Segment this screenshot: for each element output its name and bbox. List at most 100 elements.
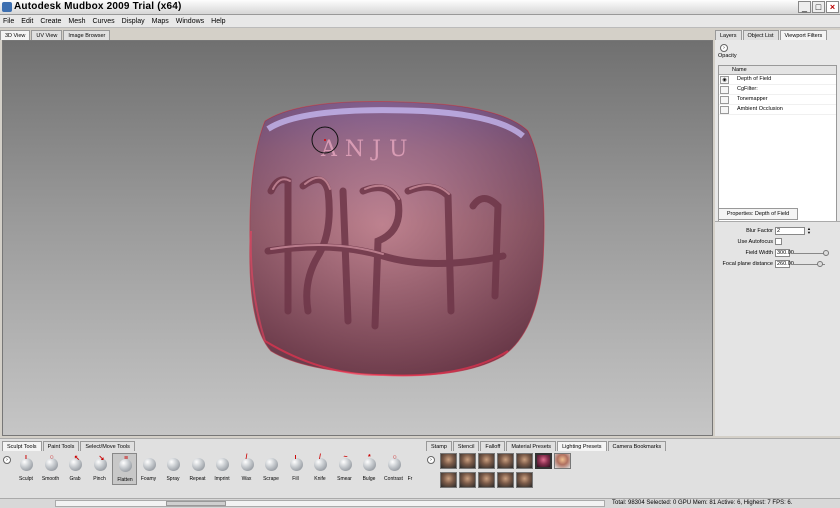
use-autofocus-row: Use Autofocus bbox=[715, 238, 840, 247]
menu-file[interactable]: File bbox=[3, 18, 14, 25]
menu-edit[interactable]: Edit bbox=[21, 18, 33, 25]
lighting-preset-icon[interactable] bbox=[440, 453, 457, 469]
tool-pinch[interactable]: ↘ Pinch bbox=[88, 453, 113, 485]
lighting-preset-icon[interactable] bbox=[478, 453, 495, 469]
menu-mesh[interactable]: Mesh bbox=[68, 18, 85, 25]
tab-paint-tools[interactable]: Paint Tools bbox=[42, 441, 80, 451]
filter-row[interactable]: Ambient Occlusion bbox=[719, 105, 836, 115]
filter-label: Tonemapper bbox=[737, 96, 768, 102]
lighting-preset-icon[interactable] bbox=[459, 472, 476, 488]
window-buttons: _ □ × bbox=[798, 1, 839, 13]
menu-create[interactable]: Create bbox=[40, 18, 61, 25]
lighting-preset-icon[interactable] bbox=[478, 472, 495, 488]
properties-tab[interactable]: Properties: Depth of Field bbox=[718, 208, 798, 220]
tab-3d-view[interactable]: 3D View bbox=[0, 30, 31, 40]
tool-freeze[interactable]: Fr bbox=[406, 453, 414, 485]
tool-sphere-icon bbox=[265, 458, 278, 471]
sculpt-model[interactable]: ANJU bbox=[3, 41, 713, 436]
lighting-preset-icon[interactable] bbox=[516, 453, 533, 469]
eye-icon[interactable] bbox=[720, 106, 729, 114]
tool-spray[interactable]: Spray bbox=[161, 453, 186, 485]
3d-viewport[interactable]: ANJU bbox=[2, 40, 713, 436]
menu-windows[interactable]: Windows bbox=[176, 18, 204, 25]
close-button[interactable]: × bbox=[826, 1, 839, 13]
lighting-preset-icon[interactable] bbox=[497, 472, 514, 488]
tab-stencil[interactable]: Stencil bbox=[452, 441, 480, 451]
lighting-preset-icon[interactable] bbox=[497, 453, 514, 469]
preset-tray: Stamp Stencil Falloff Material Presets L… bbox=[424, 439, 840, 499]
tab-layers[interactable]: Layers bbox=[715, 30, 742, 40]
tool-sphere-icon bbox=[142, 458, 156, 471]
tool-foamy[interactable]: Foamy bbox=[137, 453, 162, 485]
lighting-preset-icon[interactable] bbox=[459, 453, 476, 469]
filter-label: Ambient Occlusion bbox=[737, 106, 783, 112]
tool-fill[interactable]: ı Fill bbox=[284, 453, 309, 485]
maximize-button[interactable]: □ bbox=[812, 1, 825, 13]
menu-bar: File Edit Create Mesh Curves Display Map… bbox=[0, 15, 840, 28]
blur-factor-spinner[interactable]: ▲ ▼ bbox=[806, 227, 812, 235]
sculpt-tool-tray: Sculpt Tools Paint Tools Select/Move Too… bbox=[0, 439, 420, 499]
field-width-slider[interactable] bbox=[791, 250, 829, 256]
filter-row[interactable]: ◉ Depth of Field bbox=[719, 75, 836, 85]
expand-arrow-icon[interactable]: › bbox=[427, 456, 435, 464]
tab-viewport-filters[interactable]: Viewport Filters bbox=[779, 30, 828, 40]
tool-smear[interactable]: ~ Smear bbox=[333, 453, 358, 485]
menu-display[interactable]: Display bbox=[122, 18, 145, 25]
menu-curves[interactable]: Curves bbox=[92, 18, 114, 25]
slider-knob[interactable] bbox=[817, 261, 823, 267]
tool-knife[interactable]: / Knife bbox=[308, 453, 333, 485]
tool-contrast[interactable]: ○ Contrast bbox=[382, 453, 407, 485]
name-column-header[interactable]: Name bbox=[732, 67, 747, 73]
tool-bulge[interactable]: * Bulge bbox=[357, 453, 382, 485]
lighting-preset-icon[interactable] bbox=[554, 453, 571, 469]
tab-material-presets[interactable]: Material Presets bbox=[506, 441, 557, 451]
blur-factor-label: Blur Factor bbox=[746, 228, 773, 234]
tool-scrape[interactable]: Scrape bbox=[259, 453, 284, 485]
tab-stamp[interactable]: Stamp bbox=[426, 441, 452, 451]
lighting-preset-icon[interactable] bbox=[516, 472, 533, 488]
minimize-button[interactable]: _ bbox=[798, 1, 811, 13]
tool-grab[interactable]: ↖ Grab bbox=[63, 453, 88, 485]
tab-falloff[interactable]: Falloff bbox=[480, 441, 506, 451]
slider-knob[interactable] bbox=[823, 250, 829, 256]
tool-smooth[interactable]: ○ Smooth bbox=[39, 453, 64, 485]
eye-icon[interactable] bbox=[720, 86, 729, 94]
field-width-label: Field Width bbox=[745, 250, 773, 256]
menu-help[interactable]: Help bbox=[211, 18, 225, 25]
app-icon bbox=[2, 2, 12, 12]
field-width-field[interactable]: 300.00 bbox=[775, 249, 794, 257]
tool-sculpt[interactable]: ı Sculpt bbox=[14, 453, 39, 485]
tab-sculpt-tools[interactable]: Sculpt Tools bbox=[2, 441, 42, 451]
filter-row[interactable]: Tonemapper bbox=[719, 95, 836, 105]
tab-select-move-tools[interactable]: Select/Move Tools bbox=[80, 441, 135, 451]
preset-tray-tabs: Stamp Stencil Falloff Material Presets L… bbox=[426, 441, 840, 451]
lighting-preset-icon-selected[interactable] bbox=[535, 453, 552, 469]
opacity-label: Opacity bbox=[718, 53, 737, 59]
use-autofocus-checkbox[interactable] bbox=[775, 238, 782, 245]
focal-plane-slider[interactable] bbox=[791, 261, 825, 267]
tab-image-browser[interactable]: Image Browser bbox=[63, 30, 111, 40]
viewport-tabs: 3D View UV View Image Browser bbox=[0, 30, 111, 40]
tool-repeat[interactable]: Repeat bbox=[186, 453, 211, 485]
lighting-preset-icon[interactable] bbox=[440, 472, 457, 488]
focal-plane-label: Focal plane distance bbox=[722, 261, 773, 267]
focal-plane-field[interactable]: 260.00 bbox=[775, 260, 794, 268]
eye-icon[interactable]: ◉ bbox=[720, 76, 729, 84]
tab-object-list[interactable]: Object List bbox=[742, 30, 779, 40]
horizontal-scrollbar[interactable] bbox=[55, 500, 605, 507]
blur-factor-field[interactable]: 2 bbox=[775, 227, 805, 235]
expand-arrow-icon[interactable]: › bbox=[720, 44, 728, 52]
tool-wax[interactable]: / Wax bbox=[235, 453, 260, 485]
menu-maps[interactable]: Maps bbox=[152, 18, 169, 25]
scrollbar-thumb[interactable] bbox=[166, 501, 226, 506]
tool-sphere-icon bbox=[191, 458, 205, 471]
tab-lighting-presets[interactable]: Lighting Presets bbox=[557, 441, 607, 451]
tab-camera-bookmarks[interactable]: Camera Bookmarks bbox=[607, 441, 667, 451]
filter-row[interactable]: CgFilter: bbox=[719, 85, 836, 95]
tool-flatten[interactable]: ≡ Flatten bbox=[112, 453, 137, 485]
tool-sphere-icon bbox=[167, 458, 180, 471]
expand-arrow-icon[interactable]: › bbox=[3, 456, 11, 464]
tab-uv-view[interactable]: UV View bbox=[31, 30, 63, 40]
eye-icon[interactable] bbox=[720, 96, 729, 104]
tool-imprint[interactable]: Imprint bbox=[210, 453, 235, 485]
